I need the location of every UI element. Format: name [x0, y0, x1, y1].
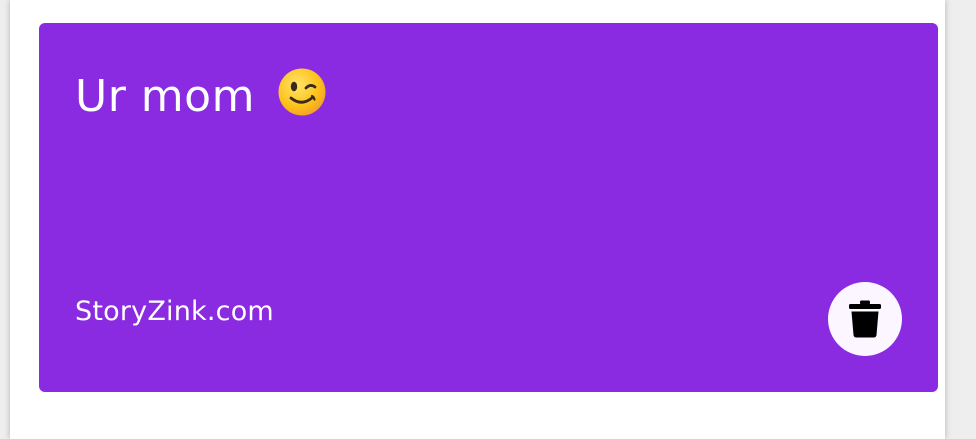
- winking-face-icon: [277, 67, 327, 117]
- story-card: Ur mom StoryZink.com: [39, 23, 938, 392]
- delete-button[interactable]: [828, 282, 902, 356]
- content-panel: Ur mom StoryZink.com: [10, 0, 945, 439]
- brand-label: StoryZink.com: [75, 296, 274, 327]
- trash-icon: [847, 299, 883, 339]
- story-quote-text: Ur mom: [75, 71, 255, 122]
- story-quote: Ur mom: [75, 67, 327, 123]
